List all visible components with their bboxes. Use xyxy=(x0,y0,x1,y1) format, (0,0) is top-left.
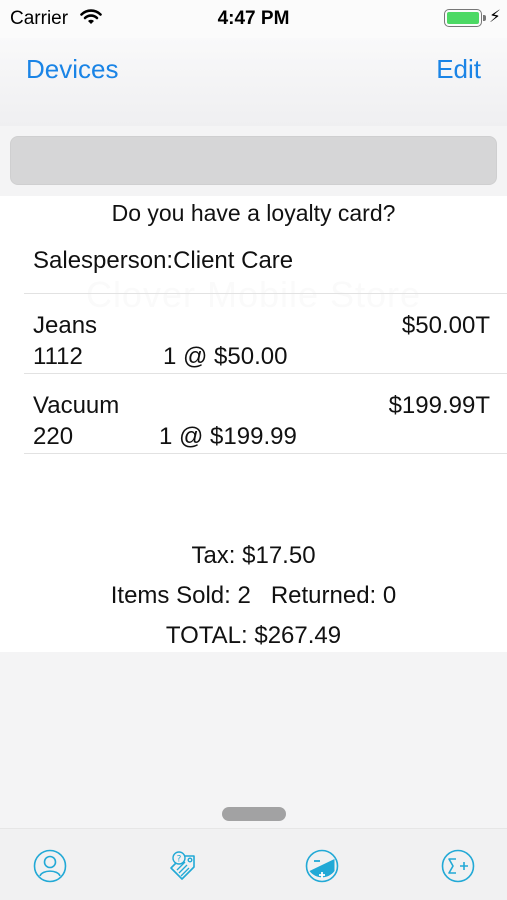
divider xyxy=(24,453,507,454)
edit-button[interactable]: Edit xyxy=(436,54,481,85)
add-sum-icon[interactable] xyxy=(441,849,475,883)
customer-icon[interactable] xyxy=(33,849,67,883)
svg-text:?: ? xyxy=(177,855,182,865)
status-bar: Carrier 4:47 PM ⚡︎ xyxy=(0,0,507,38)
tax-label: Tax: $17.50 xyxy=(191,542,316,569)
item-quantity-price: 1 @ $50.00 xyxy=(163,343,288,370)
battery-icon xyxy=(444,9,486,27)
divider xyxy=(24,373,507,374)
price-tag-icon[interactable]: ? xyxy=(168,849,202,883)
item-sku: 1112 xyxy=(33,343,83,370)
item-name: Jeans xyxy=(33,312,98,339)
navigation-bar: Devices Edit xyxy=(0,38,507,126)
tab-bar: ? xyxy=(0,828,507,900)
item-name: Vacuum xyxy=(33,392,120,419)
item-price: $199.99T xyxy=(388,392,490,419)
item-price: $50.00T xyxy=(401,312,490,339)
item-sku: 220 xyxy=(33,423,74,450)
total-label: TOTAL: $267.49 xyxy=(165,622,342,649)
loyalty-prompt[interactable]: Do you have a loyalty card? xyxy=(0,200,507,227)
background-logo-text: Clover Mobile Store xyxy=(85,274,422,315)
salesperson-label[interactable]: Salesperson:Client Care xyxy=(33,247,293,275)
devices-button[interactable]: Devices xyxy=(26,54,118,85)
drag-handle[interactable] xyxy=(222,807,286,821)
item-quantity-price: 1 @ $199.99 xyxy=(159,423,297,450)
divider xyxy=(24,293,507,294)
discount-icon[interactable] xyxy=(305,849,339,883)
clock: 4:47 PM xyxy=(217,8,290,29)
search-input[interactable] xyxy=(10,136,497,185)
charging-icon: ⚡︎ xyxy=(489,7,501,26)
items-sold-label: Items Sold: 2 Returned: 0 xyxy=(110,582,397,609)
